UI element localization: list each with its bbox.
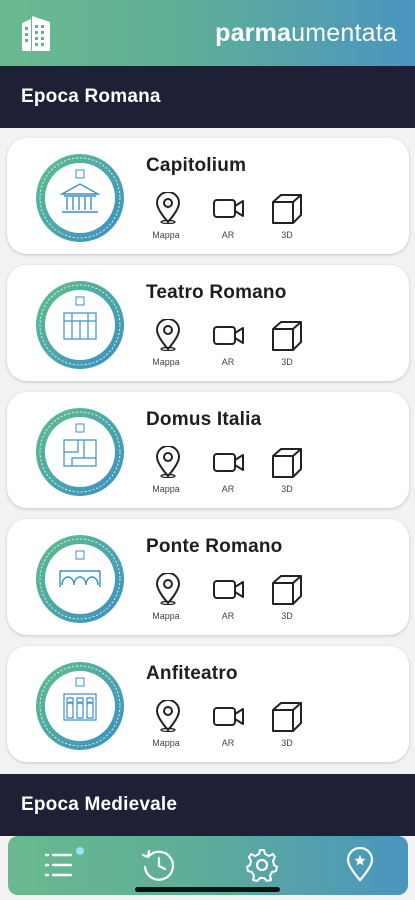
building-icon[interactable]	[16, 11, 56, 55]
ar-label: AR	[221, 484, 235, 494]
poi-card[interactable]: Anfiteatro Mappa AR 3D	[7, 646, 409, 762]
amphitheatre-icon	[36, 662, 124, 750]
ar-label: AR	[221, 357, 235, 367]
notification-dot	[76, 847, 84, 855]
settings-icon[interactable]	[244, 847, 280, 883]
cube-icon	[272, 702, 302, 732]
poi-title: Teatro Romano	[146, 282, 287, 303]
map-label: Mappa	[152, 230, 180, 240]
brand-wordmark: parmaumentata	[215, 19, 397, 48]
ar-button[interactable]: AR	[207, 192, 257, 244]
map-button[interactable]: Mappa	[145, 446, 195, 498]
cube-icon	[272, 194, 302, 224]
video-camera-icon	[213, 453, 244, 472]
video-camera-icon	[213, 707, 244, 726]
ar-button[interactable]: AR	[207, 446, 257, 498]
map-pin-icon	[155, 700, 181, 732]
poi-card[interactable]: Teatro Romano Mappa AR 3D	[7, 265, 409, 381]
3d-button[interactable]: 3D	[266, 319, 316, 371]
poi-title: Capitolium	[146, 155, 247, 176]
map-label: Mappa	[152, 484, 180, 494]
floorplan-icon	[36, 408, 124, 496]
poi-card[interactable]: Capitolium Mappa AR 3D	[7, 138, 409, 254]
list-icon[interactable]	[41, 847, 77, 883]
poi-title: Domus Italia	[146, 409, 262, 430]
map-pin-icon	[155, 573, 181, 605]
poi-title: Ponte Romano	[146, 536, 283, 557]
3d-button[interactable]: 3D	[266, 573, 316, 625]
bridge-icon	[36, 535, 124, 623]
3d-button[interactable]: 3D	[266, 446, 316, 498]
3d-button[interactable]: 3D	[266, 700, 316, 752]
section-title: Epoca Medievale	[21, 794, 178, 815]
ar-button[interactable]: AR	[207, 573, 257, 625]
map-label: Mappa	[152, 611, 180, 621]
map-button[interactable]: Mappa	[145, 192, 195, 244]
poi-actions: Mappa AR 3D	[145, 446, 315, 498]
map-pin-icon	[155, 192, 181, 224]
poi-actions: Mappa AR 3D	[145, 573, 315, 625]
cube-icon	[272, 321, 302, 351]
ar-label: AR	[221, 738, 235, 748]
ar-button[interactable]: AR	[207, 319, 257, 371]
section-title: Epoca Romana	[21, 86, 161, 107]
3d-label: 3D	[281, 484, 293, 494]
map-pin-icon	[155, 446, 181, 478]
3d-label: 3D	[281, 357, 293, 367]
video-camera-icon	[213, 326, 244, 345]
poi-title: Anfiteatro	[146, 663, 238, 684]
3d-button[interactable]: 3D	[266, 192, 316, 244]
3d-label: 3D	[281, 230, 293, 240]
temple-icon	[36, 154, 124, 242]
map-label: Mappa	[152, 357, 180, 367]
map-label: Mappa	[152, 738, 180, 748]
map-button[interactable]: Mappa	[145, 573, 195, 625]
brand-regular: umentata	[291, 18, 397, 47]
map-button[interactable]: Mappa	[145, 700, 195, 752]
poi-card[interactable]: Ponte Romano Mappa AR 3D	[7, 519, 409, 635]
section-header-romana[interactable]: Epoca Romana	[0, 66, 415, 128]
map-pin-icon[interactable]	[342, 846, 378, 883]
map-button[interactable]: Mappa	[145, 319, 195, 371]
map-pin-icon	[155, 319, 181, 351]
theatre-icon	[36, 281, 124, 369]
cube-icon	[272, 575, 302, 605]
home-indicator	[135, 887, 280, 892]
video-camera-icon	[213, 199, 244, 218]
section-header-medievale[interactable]: Epoca Medievale	[0, 774, 415, 836]
ar-label: AR	[221, 230, 235, 240]
3d-label: 3D	[281, 738, 293, 748]
brand-bold: parma	[215, 18, 292, 47]
poi-actions: Mappa AR 3D	[145, 700, 315, 752]
ar-label: AR	[221, 611, 235, 621]
poi-actions: Mappa AR 3D	[145, 192, 315, 244]
history-icon[interactable]	[140, 847, 176, 883]
poi-card[interactable]: Domus Italia Mappa AR 3D	[7, 392, 409, 508]
video-camera-icon	[213, 580, 244, 599]
ar-button[interactable]: AR	[207, 700, 257, 752]
app-header: parmaumentata	[0, 0, 415, 66]
poi-actions: Mappa AR 3D	[145, 319, 315, 371]
cube-icon	[272, 448, 302, 478]
3d-label: 3D	[281, 611, 293, 621]
